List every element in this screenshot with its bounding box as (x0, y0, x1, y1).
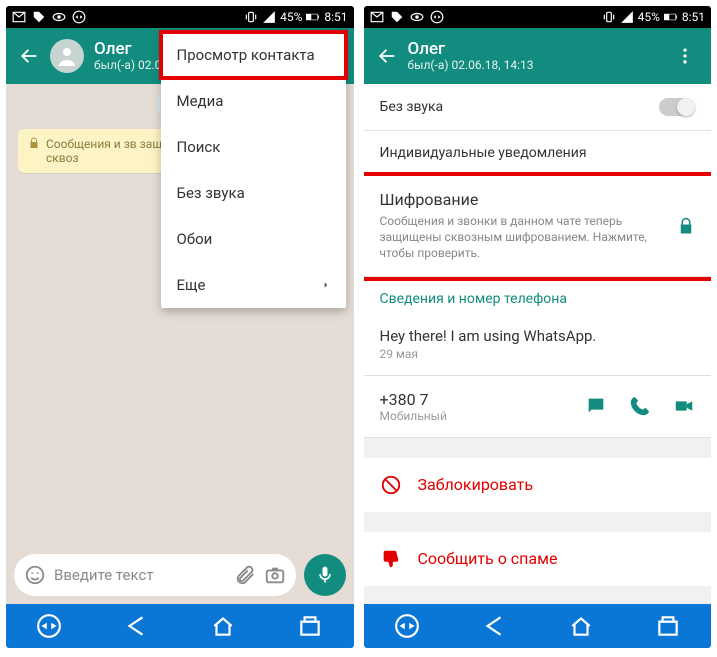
nav-recents-icon[interactable] (297, 613, 323, 639)
thumbs-down-icon (380, 548, 402, 570)
individual-notifications-label: Индивидуальные уведомления (380, 145, 587, 161)
menu-media[interactable]: Медиа (161, 78, 346, 124)
menu-mute-label: Без звука (177, 184, 245, 202)
teamviewer-icon (72, 10, 86, 24)
lock-icon (28, 137, 40, 149)
menu-wallpaper-label: Обои (177, 230, 213, 248)
chevron-right-icon (322, 279, 330, 291)
clock-text: 8:51 (324, 10, 347, 24)
mute-row[interactable]: Без звука (364, 84, 712, 131)
emoji-icon[interactable] (24, 564, 46, 586)
about-row[interactable]: Hey there! I am using WhatsApp. 29 мая (364, 313, 712, 376)
phone-number: +380 7 (380, 390, 447, 409)
report-row[interactable]: Сообщить о спаме (364, 532, 712, 586)
mic-button[interactable] (304, 554, 346, 596)
phone-type: Мобильный (380, 409, 447, 423)
vibrate-icon (244, 10, 258, 24)
back-icon[interactable] (18, 45, 40, 67)
nav-home-icon[interactable] (568, 613, 594, 639)
soft-nav-bar (6, 604, 354, 648)
section-about-label: Сведения и номер телефона (364, 277, 712, 313)
contact-name: Олег (408, 40, 672, 59)
encryption-title: Шифрование (380, 190, 696, 209)
menu-search[interactable]: Поиск (161, 124, 346, 170)
menu-view-contact[interactable]: Просмотр контакта (161, 32, 346, 78)
vibrate-icon (602, 10, 616, 24)
about-date: 29 мая (380, 347, 696, 361)
menu-view-contact-label: Просмотр контакта (177, 46, 315, 64)
about-text: Hey there! I am using WhatsApp. (380, 327, 696, 345)
menu-more[interactable]: Еще (161, 262, 346, 308)
camera-icon[interactable] (264, 564, 286, 586)
clock-text: 8:51 (682, 10, 705, 24)
input-bar: Введите текст (6, 548, 354, 604)
menu-search-label: Поиск (177, 138, 221, 156)
menu-media-label: Медиа (177, 92, 224, 110)
message-input[interactable]: Введите текст (14, 554, 296, 596)
videocall-icon[interactable] (673, 395, 695, 417)
message-icon[interactable] (585, 395, 607, 417)
status-bar: 45% 8:51 (6, 6, 354, 28)
menu-more-label: Еще (177, 276, 206, 294)
signal-icon (620, 10, 634, 24)
block-label: Заблокировать (418, 475, 534, 494)
envelope-icon (370, 10, 384, 24)
nav-teamviewer-icon[interactable] (36, 613, 62, 639)
menu-wallpaper[interactable]: Обои (161, 216, 346, 262)
individual-notifications-row[interactable]: Индивидуальные уведомления (364, 131, 712, 176)
phone-left-screenshot: 45% 8:51 Олег был(-а) 02.06 15 И Сообщен… (6, 6, 354, 648)
block-icon (380, 474, 402, 496)
eye-icon (410, 10, 424, 24)
tag-icon (390, 10, 404, 24)
status-bar: 45% 8:51 (364, 6, 712, 28)
battery-percent: 45% (280, 10, 302, 24)
mute-toggle[interactable] (659, 98, 695, 116)
call-icon[interactable] (629, 395, 651, 417)
report-label: Сообщить о спаме (418, 549, 558, 568)
envelope-icon (12, 10, 26, 24)
encryption-desc: Сообщения и звонки в данном чате теперь … (380, 213, 696, 262)
signal-icon (262, 10, 276, 24)
menu-mute[interactable]: Без звука (161, 170, 346, 216)
battery-percent: 45% (638, 10, 660, 24)
input-placeholder: Введите текст (54, 566, 226, 584)
battery-icon (306, 10, 320, 24)
soft-nav-bar (364, 604, 712, 648)
nav-teamviewer-icon[interactable] (394, 613, 420, 639)
teamviewer-icon (430, 10, 444, 24)
tag-icon (32, 10, 46, 24)
encryption-row[interactable]: Шифрование Сообщения и звонки в данном ч… (364, 176, 712, 277)
lock-icon (677, 217, 695, 235)
contact-info-header: Олег был(-а) 02.06.18, 14:13 (364, 28, 712, 84)
eye-icon (52, 10, 66, 24)
last-seen: был(-а) 02.06.18, 14:13 (408, 59, 672, 72)
nav-home-icon[interactable] (210, 613, 236, 639)
back-icon[interactable] (376, 45, 398, 67)
phone-right-screenshot: 45% 8:51 Олег был(-а) 02.06.18, 14:13 Бе… (364, 6, 712, 648)
mute-label: Без звука (380, 99, 660, 115)
phone-row: +380 7 Мобильный (364, 376, 712, 438)
nav-recents-icon[interactable] (655, 613, 681, 639)
overflow-menu: Просмотр контакта Медиа Поиск Без звука … (161, 32, 346, 308)
header-title-block: Олег был(-а) 02.06.18, 14:13 (408, 40, 672, 72)
contact-info-body: Без звука Индивидуальные уведомления Шиф… (364, 84, 712, 604)
attach-icon[interactable] (234, 564, 256, 586)
nav-back-icon[interactable] (123, 613, 149, 639)
battery-icon (664, 10, 678, 24)
avatar[interactable] (50, 39, 84, 73)
overflow-icon[interactable] (671, 42, 699, 70)
block-row[interactable]: Заблокировать (364, 458, 712, 512)
nav-back-icon[interactable] (481, 613, 507, 639)
